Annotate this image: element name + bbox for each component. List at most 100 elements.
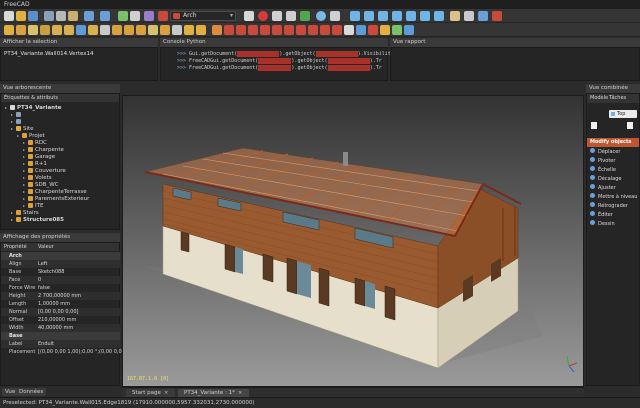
report-view[interactable] — [390, 47, 640, 81]
python-console[interactable]: >>> Gui.getDocument(XXXXXXXXXXXXXX).getO… — [160, 47, 394, 81]
arch-roof-icon[interactable] — [88, 25, 98, 35]
top-view-button[interactable]: Top — [609, 110, 637, 118]
task-icon[interactable] — [591, 122, 597, 129]
draft-shapestring-icon[interactable] — [344, 25, 354, 35]
property-row[interactable]: Face 0 — [1, 276, 120, 284]
task-item[interactable]: Mettre à niveau — [590, 193, 637, 202]
property-view[interactable]: Propriété Valeur Arch Align Left Base Sketch… — [0, 242, 141, 386]
tree-item[interactable]: ▸ Projet — [17, 132, 45, 139]
property-row[interactable]: Placement [(0,00 0,00 1,00);0,00 °;(0,00 … — [1, 348, 141, 356]
tree-item[interactable]: ▸ ITE — [23, 202, 43, 209]
macro-record-icon[interactable] — [244, 11, 254, 21]
draft-offset-icon[interactable] — [404, 25, 414, 35]
arch-rebar-icon[interactable] — [28, 25, 38, 35]
property-row[interactable]: Height 2 700,00000 mm — [1, 292, 120, 300]
tree-item[interactable]: ▸ CharpenteTerrasse — [23, 188, 87, 195]
front-view-icon[interactable] — [364, 11, 374, 21]
draft-polygon-icon[interactable] — [272, 25, 282, 35]
draft-circle-icon[interactable] — [236, 25, 246, 35]
tree-item[interactable]: ▸ RDC — [23, 139, 47, 146]
workbench-selector[interactable]: Arch ▾ — [170, 11, 236, 21]
new-document-icon[interactable] — [4, 11, 14, 21]
open-folder-icon[interactable] — [16, 11, 26, 21]
copy-icon[interactable] — [56, 11, 66, 21]
right-view-icon[interactable] — [392, 11, 402, 21]
tab-tasks[interactable]: Tâches — [609, 94, 626, 103]
task-item[interactable]: Éditer — [590, 211, 613, 220]
undo-icon[interactable] — [84, 11, 94, 21]
draft-move-icon[interactable] — [380, 25, 390, 35]
task-item[interactable]: Déplacer — [590, 148, 620, 157]
property-row[interactable]: Offset 210,00000 mm — [1, 316, 120, 324]
arch-building-icon[interactable] — [52, 25, 62, 35]
draft-ellipse-icon[interactable] — [260, 25, 270, 35]
task-icon[interactable] — [627, 122, 633, 129]
task-item[interactable]: Ajuster — [590, 184, 616, 193]
whats-this-icon[interactable] — [478, 11, 488, 21]
tree-item[interactable]: ▸ Couverture — [23, 167, 66, 174]
arch-remove-icon[interactable] — [196, 25, 206, 35]
draft-line-icon[interactable] — [212, 25, 222, 35]
redo-icon[interactable] — [100, 11, 110, 21]
property-row[interactable]: Force Wire false — [1, 284, 120, 292]
arch-panel-icon[interactable] — [148, 25, 158, 35]
property-row[interactable]: Normal [0,00 0,00 0,00] — [1, 308, 120, 316]
arch-structure-icon[interactable] — [16, 25, 26, 35]
record-icon[interactable] — [258, 11, 268, 21]
tree-item[interactable]: ▸ Charpente — [23, 146, 64, 153]
draft-bspline-icon[interactable] — [320, 25, 330, 35]
3d-viewport[interactable]: 167.07.1.0 [0] — [122, 95, 584, 387]
pointer-icon[interactable] — [130, 11, 140, 21]
arch-floor-icon[interactable] — [40, 25, 50, 35]
task-item[interactable]: Décalage — [590, 175, 621, 184]
draft-wire-icon[interactable] — [224, 25, 234, 35]
arch-site-icon[interactable] — [64, 25, 74, 35]
arch-section-plane-icon[interactable] — [112, 25, 122, 35]
paste-icon[interactable] — [68, 11, 78, 21]
top-view-icon[interactable] — [378, 11, 388, 21]
tree-item[interactable]: ▸ Stairs — [11, 209, 39, 216]
tree-item[interactable]: ▸ — [11, 111, 23, 118]
fit-all-icon[interactable] — [316, 11, 326, 21]
task-item[interactable]: Rétrograder — [590, 202, 628, 211]
measure-icon[interactable] — [450, 11, 460, 21]
cut-icon[interactable] — [44, 11, 54, 21]
save-icon[interactable] — [28, 11, 38, 21]
property-group[interactable]: Arch — [1, 252, 120, 260]
task-item[interactable]: Dessin — [590, 220, 615, 229]
draft-text-icon[interactable] — [296, 25, 306, 35]
task-item[interactable]: Pivoter — [590, 157, 615, 166]
rear-view-icon[interactable] — [406, 11, 416, 21]
bottom-view-icon[interactable] — [420, 11, 430, 21]
property-row[interactable]: Width 40,00000 mm — [1, 324, 120, 332]
tree-view[interactable]: Étiquettes & attributs ▸ PT34_Variante ▸ ▸ ▸… — [0, 93, 120, 230]
draft-facebinder-icon[interactable] — [356, 25, 366, 35]
modify-objects-section[interactable]: Modify objects — [587, 138, 639, 147]
draft-rectangle-icon[interactable] — [284, 25, 294, 35]
draft-bezcurve-icon[interactable] — [368, 25, 378, 35]
tab-document[interactable]: PT34_Variante : 1* × — [178, 389, 249, 397]
tree-item[interactable]: ▸ R+1 — [23, 160, 47, 167]
help-icon[interactable] — [492, 11, 502, 21]
tab-model[interactable]: Modèle — [590, 94, 608, 103]
property-row[interactable]: Length 1,00000 mm — [1, 300, 120, 308]
tree-item[interactable]: ▸ Structure085 — [11, 216, 64, 223]
arch-equipment-icon[interactable] — [160, 25, 170, 35]
macro-icon[interactable] — [144, 11, 154, 21]
property-group[interactable]: Base — [1, 332, 120, 340]
task-item[interactable]: Échelle — [590, 166, 616, 175]
arch-window-icon[interactable] — [76, 25, 86, 35]
property-row[interactable]: Label Enduit — [1, 340, 120, 348]
macros-icon[interactable] — [286, 11, 296, 21]
tree-item[interactable]: ▸ PT34_Variante — [5, 104, 61, 111]
tree-item[interactable]: ▸ Site — [11, 125, 34, 132]
draft-rotate-icon[interactable] — [392, 25, 402, 35]
workbench-icon[interactable] — [158, 11, 168, 21]
left-view-icon[interactable] — [434, 11, 444, 21]
isometric-view-icon[interactable] — [350, 11, 360, 21]
arch-space-icon[interactable] — [124, 25, 134, 35]
tree-item[interactable]: ▸ — [11, 118, 23, 125]
tree-item[interactable]: ▸ ParementsExterieur — [23, 195, 89, 202]
property-row[interactable]: Base Sketch088 — [1, 268, 120, 276]
arch-wall-icon[interactable] — [4, 25, 14, 35]
